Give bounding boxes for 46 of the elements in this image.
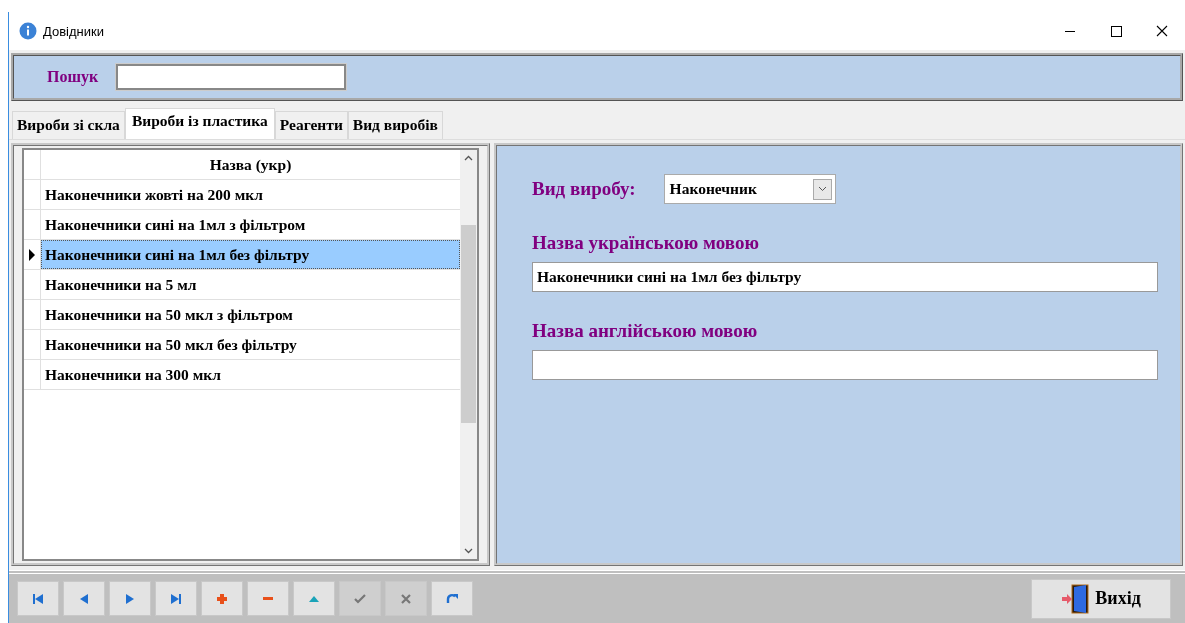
search-field[interactable] [116, 64, 347, 90]
text-field[interactable]: Наконечники сині на 1мл без фільтру [532, 262, 1158, 292]
table-cell[interactable]: Наконечники на 5 мл [41, 270, 460, 299]
table-cell[interactable]: Наконечники на 50 мкл з фільтром [41, 300, 460, 329]
search-label: Пошук [47, 68, 99, 86]
tab[interactable]: Вироби із пластика [124, 108, 275, 139]
column-header[interactable]: Назва (укр) [41, 150, 460, 179]
triangle-up-icon [309, 595, 319, 602]
table-cell[interactable]: Наконечники на 300 мкл [41, 360, 460, 389]
table-cell[interactable]: Наконечники на 50 мкл без фільтру [41, 330, 460, 359]
next-button[interactable] [109, 581, 151, 616]
checkmark-icon [354, 592, 366, 605]
delete-button[interactable] [247, 581, 289, 616]
tab[interactable]: Вироби зі скла [12, 111, 125, 139]
table-cell[interactable]: Наконечники жовті на 200 мкл [41, 180, 460, 209]
field-label: Вид виробу: [532, 178, 636, 200]
last-button[interactable] [155, 581, 197, 616]
scroll-thumb[interactable] [461, 225, 476, 423]
edit-button[interactable] [293, 581, 335, 616]
tab[interactable]: Вид виробів [347, 111, 443, 139]
table-cell[interactable]: Наконечники сині на 1мл з фільтром [41, 210, 460, 239]
exit-door-icon [1061, 583, 1092, 614]
field-label: Назва англійською мовою [532, 320, 759, 342]
next-record-icon [124, 592, 136, 605]
prior-button[interactable] [63, 581, 105, 616]
prior-record-icon [78, 592, 90, 605]
tab[interactable]: Реагенти [274, 111, 348, 139]
info-icon [19, 22, 37, 40]
plus-icon [216, 592, 228, 605]
caret-icon[interactable] [812, 176, 833, 202]
first-record-icon [32, 592, 44, 605]
text-field[interactable] [532, 350, 1158, 380]
first-button[interactable] [17, 581, 59, 616]
insert-button[interactable] [201, 581, 243, 616]
last-record-icon [170, 592, 182, 605]
minus-icon [263, 597, 273, 600]
type-dropdown[interactable]: Наконечник [663, 174, 836, 204]
cross-icon [400, 592, 412, 605]
table-cell[interactable]: Наконечники сині на 1мл без фільтру [41, 240, 460, 269]
window-title: Довідники [43, 23, 104, 39]
field-label: Назва українською мовою [532, 232, 760, 254]
row-pointer-icon [28, 248, 36, 261]
refresh-button[interactable] [431, 581, 473, 616]
refresh-icon [446, 592, 458, 605]
scrollbar[interactable] [460, 150, 477, 559]
exit-button[interactable]: Вихід [1031, 578, 1171, 619]
